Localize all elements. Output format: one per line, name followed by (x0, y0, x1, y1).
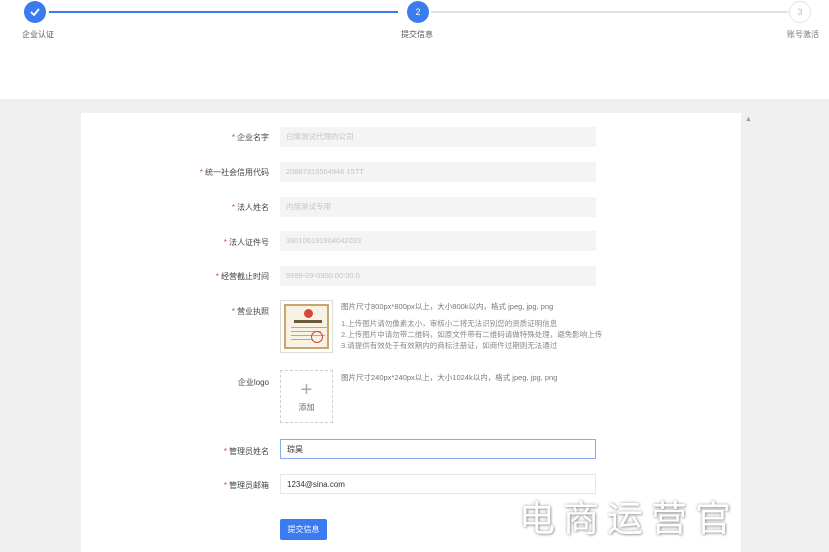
stepper-line-pending (431, 11, 788, 13)
admin-name-label: * 管理员姓名 (223, 447, 269, 456)
license-thumbnail[interactable] (280, 300, 333, 353)
company-name-label: * 企业名字 (231, 133, 269, 142)
legal-id-field[interactable]: 330106191804042033 (280, 231, 596, 251)
license-note-1: 1.上传图片请勿像素太小，审核小二将无法识别您的资质证明信息 (341, 319, 558, 328)
legal-name-label: * 法人姓名 (231, 203, 269, 212)
license-note-2: 2.上传图片中请勿带二维码，如原文件带有二维码请做特殊处理，避免影响上传 (341, 330, 603, 339)
end-time-field[interactable]: 9999-09-0900:00:00.0 (280, 266, 596, 286)
company-name-field[interactable]: 白璨测试代理的公司 (280, 127, 596, 147)
plus-icon: + (300, 379, 313, 401)
required-mark: * (223, 447, 227, 456)
credit-code-field[interactable]: 20887315564946 15TT (280, 162, 596, 182)
step-1-indicator (24, 1, 46, 23)
stamp-icon (311, 331, 323, 343)
step-2-label: 提交信息 (401, 30, 433, 39)
logo-label: 企业logo (237, 378, 269, 387)
legal-id-label: * 法人证件号 (223, 238, 269, 247)
required-mark: * (231, 203, 235, 212)
step-1-label: 企业认证 (22, 30, 54, 39)
required-mark: * (231, 307, 235, 316)
legal-name-field[interactable]: 内部测试专用 (280, 197, 596, 217)
required-mark: * (215, 272, 219, 281)
license-note-3: 3.请提供有效处于有效期内的商标注册证，如商件过期则无法通过 (341, 341, 558, 350)
progress-stepper: 2 3 企业认证 提交信息 账号激活 (0, 0, 829, 44)
end-time-label: * 经营截止时间 (215, 272, 269, 281)
logo-upload-button[interactable]: + 添加 (280, 370, 333, 423)
logo-hint: 图片尺寸240px*240px以上，大小1024k以内，格式 jpeg, jpg… (341, 373, 558, 382)
stepper-line-completed (49, 11, 398, 13)
license-label: * 营业执照 (231, 307, 269, 316)
step-3-label: 账号激活 (787, 30, 819, 39)
required-mark: * (223, 238, 227, 247)
license-hint: 图片尺寸800px*800px以上，大小800k以内，格式 jpeg, jpg,… (341, 302, 554, 311)
scroll-up-arrow-icon[interactable]: ▲ (745, 116, 752, 123)
step-3-indicator: 3 (789, 1, 811, 23)
upload-label: 添加 (298, 403, 315, 412)
required-mark: * (223, 481, 227, 490)
required-mark: * (199, 168, 203, 177)
watermark-text: 电商运营官 (519, 499, 740, 540)
admin-email-label: * 管理员邮箱 (223, 481, 269, 490)
required-mark: * (231, 133, 235, 142)
license-image (284, 304, 329, 349)
emblem-icon (304, 309, 313, 318)
submit-button[interactable]: 提交信息 (280, 519, 327, 540)
check-icon (30, 8, 40, 16)
step-2-indicator: 2 (407, 1, 429, 23)
admin-name-input[interactable]: 琮昊 (280, 439, 596, 459)
credit-code-label: * 统一社会信用代码 (199, 168, 269, 177)
